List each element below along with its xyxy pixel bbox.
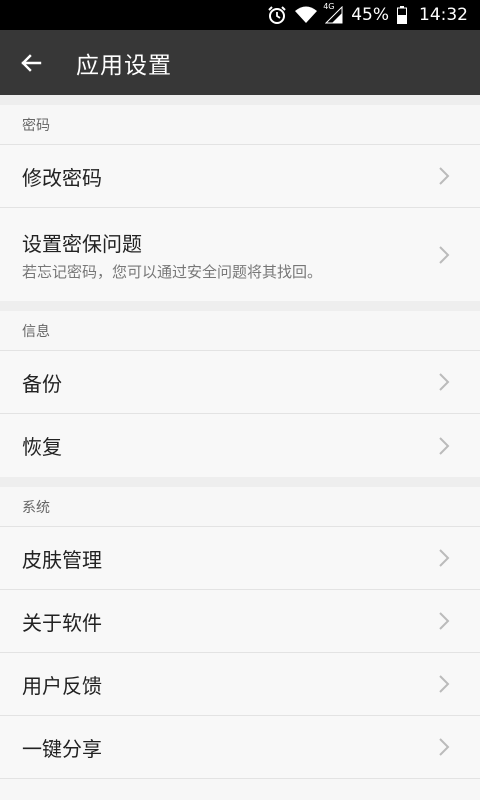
feedback-label: 用户反馈 <box>22 673 102 698</box>
alarm-icon <box>267 5 287 25</box>
wifi-icon <box>295 6 318 24</box>
app-bar: 应用设置 <box>0 30 480 95</box>
settings-list: 密码 修改密码 设置密保问题 若忘记密码，您可以通过安全问题将其找回。 信息 备… <box>0 95 480 800</box>
section-info: 信息 备份 恢复 <box>0 311 480 477</box>
chevron-right-icon <box>439 245 450 264</box>
security-question-label: 设置密保问题 <box>22 231 142 256</box>
security-question-item[interactable]: 设置密保问题 若忘记密码，您可以通过安全问题将其找回。 <box>0 208 480 301</box>
security-question-subtitle: 若忘记密码，您可以通过安全问题将其找回。 <box>22 262 323 281</box>
page-title: 应用设置 <box>76 52 172 79</box>
section-header-password: 密码 <box>0 105 480 145</box>
cell-signal-icon: 4G <box>323 2 343 24</box>
chevron-right-icon <box>439 549 450 567</box>
chevron-right-icon <box>439 738 450 756</box>
chevron-right-icon <box>439 167 450 185</box>
battery-percentage: 45% <box>351 5 389 25</box>
share-item[interactable]: 一键分享 <box>0 716 480 779</box>
skin-management-item[interactable]: 皮肤管理 <box>0 527 480 590</box>
section-password: 密码 修改密码 设置密保问题 若忘记密码，您可以通过安全问题将其找回。 <box>0 105 480 301</box>
skin-management-label: 皮肤管理 <box>22 547 102 572</box>
section-header-system: 系统 <box>0 487 480 527</box>
network-type-label: 4G <box>323 2 335 11</box>
backup-item[interactable]: 备份 <box>0 351 480 414</box>
restore-label: 恢复 <box>22 435 62 459</box>
status-bar: 4G 45% 14:32 <box>0 0 480 30</box>
section-header-info: 信息 <box>0 311 480 351</box>
back-button[interactable] <box>0 30 62 95</box>
clock-time: 14:32 <box>419 5 468 25</box>
chevron-right-icon <box>439 612 450 630</box>
backup-label: 备份 <box>22 371 62 396</box>
chevron-right-icon <box>439 373 450 391</box>
share-label: 一键分享 <box>22 736 102 761</box>
about-label: 关于软件 <box>22 610 102 635</box>
chevron-right-icon <box>439 675 450 693</box>
change-password-label: 修改密码 <box>22 165 102 190</box>
arrow-left-icon <box>21 53 42 72</box>
section-system: 系统 皮肤管理 关于软件 用户反馈 一键分享 <box>0 487 480 800</box>
about-item[interactable]: 关于软件 <box>0 590 480 653</box>
feedback-item[interactable]: 用户反馈 <box>0 653 480 716</box>
chevron-right-icon <box>439 436 450 455</box>
restore-item[interactable]: 恢复 <box>0 414 480 477</box>
change-password-item[interactable]: 修改密码 <box>0 145 480 208</box>
battery-icon <box>397 6 407 24</box>
